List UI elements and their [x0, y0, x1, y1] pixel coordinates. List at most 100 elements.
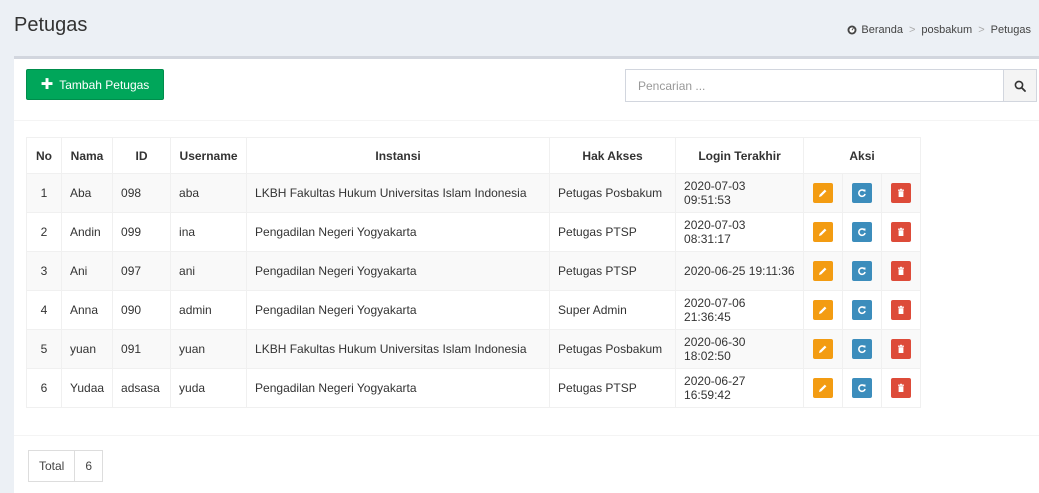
pencil-icon: [818, 266, 828, 276]
reset-password-button[interactable]: [852, 183, 873, 203]
cell-login-terakhir: 2020-07-03 08:31:17: [675, 212, 805, 252]
breadcrumb-section[interactable]: posbakum: [921, 24, 972, 36]
cell-login-terakhir: 2020-06-30 18:02:50: [675, 329, 805, 369]
cell-login-terakhir: 2020-06-27 16:59:42: [675, 368, 805, 408]
delete-button[interactable]: [891, 222, 912, 242]
table-row: 2 Andin 099 ina Pengadilan Negeri Yogyakarta…: [26, 212, 922, 252]
table-row: 3 Ani 097 ani Pengadilan Negeri Yogyakarta Pe…: [26, 251, 922, 291]
pencil-icon: [818, 383, 828, 393]
breadcrumb-separator: >: [908, 24, 916, 36]
cell-action: [842, 212, 883, 252]
cell-instansi: Pengadilan Negeri Yogyakarta: [246, 212, 551, 252]
cell-nama: Andin: [60, 212, 114, 252]
cell-hak-akses: Petugas PTSP: [549, 368, 677, 408]
cell-action: [842, 251, 883, 291]
table-row: 5 yuan 091 yuan LKBH Fakultas Hukum Universi…: [26, 329, 922, 369]
refresh-icon: [857, 344, 867, 354]
cell-action: [842, 329, 883, 369]
edit-button[interactable]: [813, 339, 834, 359]
search-icon: [1014, 80, 1026, 92]
trash-icon: [896, 344, 906, 354]
page-title: Petugas: [14, 14, 88, 36]
cell-instansi: LKBH Fakultas Hukum Universitas Islam In…: [246, 173, 551, 213]
search-button[interactable]: [1003, 69, 1037, 102]
cell-no: 4: [26, 290, 62, 330]
table-row: 6 Yudaa adsasa yuda Pengadilan Negeri Yogyak…: [26, 368, 922, 408]
cell-no: 6: [26, 368, 62, 408]
reset-password-button[interactable]: [852, 339, 873, 359]
breadcrumb-home-label: Beranda: [861, 24, 903, 36]
delete-button[interactable]: [891, 261, 912, 281]
cell-action: [842, 368, 883, 408]
pencil-icon: [818, 305, 828, 315]
cell-action: [881, 212, 922, 252]
table-row: 1 Aba 098 aba LKBH Fakultas Hukum Universita…: [26, 173, 922, 213]
officers-table: No Nama ID Username Instansi Hak Akses L…: [26, 137, 922, 408]
cell-hak-akses: Petugas PTSP: [549, 212, 677, 252]
cell-action: [881, 329, 922, 369]
edit-button[interactable]: [813, 222, 834, 242]
edit-button[interactable]: [813, 183, 834, 203]
cell-hak-akses: Super Admin: [549, 290, 677, 330]
cell-instansi: LKBH Fakultas Hukum Universitas Islam In…: [246, 329, 551, 369]
reset-password-button[interactable]: [852, 378, 873, 398]
search-input[interactable]: [625, 69, 1003, 102]
cell-nama: Ani: [60, 251, 114, 291]
cell-action: [803, 251, 844, 291]
total-count: Total 6: [28, 450, 104, 482]
edit-button[interactable]: [813, 300, 834, 320]
cell-action: [803, 173, 844, 213]
total-label: Total: [28, 450, 76, 482]
cell-nama: Yudaa: [60, 368, 114, 408]
cell-username: yuan: [170, 329, 248, 369]
reset-password-button[interactable]: [852, 222, 873, 242]
cell-username: ani: [170, 251, 248, 291]
cell-username: ina: [170, 212, 248, 252]
delete-button[interactable]: [891, 300, 912, 320]
breadcrumb-home[interactable]: Beranda: [847, 24, 903, 36]
delete-button[interactable]: [891, 183, 912, 203]
cell-action: [803, 290, 844, 330]
reset-password-button[interactable]: [852, 261, 873, 281]
edit-button[interactable]: [813, 378, 834, 398]
officers-panel: ✚ Tambah Petugas No Nama ID Username Ins: [14, 56, 1039, 493]
cell-no: 3: [26, 251, 62, 291]
cell-action: [881, 290, 922, 330]
cell-login-terakhir: 2020-06-25 19:11:36: [675, 251, 805, 291]
pencil-icon: [818, 188, 828, 198]
delete-button[interactable]: [891, 378, 912, 398]
edit-button[interactable]: [813, 261, 834, 281]
column-header-nama: Nama: [60, 137, 114, 174]
breadcrumb-current: Petugas: [990, 24, 1031, 36]
plus-icon: ✚: [40, 76, 54, 93]
cell-instansi: Pengadilan Negeri Yogyakarta: [246, 290, 551, 330]
table-row: 4 Anna 090 admin Pengadilan Negeri Yogyakart…: [26, 290, 922, 330]
cell-id: 097: [112, 251, 172, 291]
cell-action: [842, 290, 883, 330]
column-header-id: ID: [112, 137, 172, 174]
total-value: 6: [75, 450, 104, 482]
cell-no: 2: [26, 212, 62, 252]
breadcrumb: Beranda > posbakum > Petugas: [847, 24, 1031, 36]
cell-no: 5: [26, 329, 62, 369]
cell-action: [803, 329, 844, 369]
refresh-icon: [857, 383, 867, 393]
reset-password-button[interactable]: [852, 300, 873, 320]
cell-action: [803, 368, 844, 408]
officers-table-wrap: No Nama ID Username Instansi Hak Akses L…: [26, 137, 922, 408]
column-header-hak-akses: Hak Akses: [549, 137, 677, 174]
delete-button[interactable]: [891, 339, 912, 359]
cell-action: [803, 212, 844, 252]
panel-footer: Total 6: [14, 435, 1039, 493]
cell-login-terakhir: 2020-07-03 09:51:53: [675, 173, 805, 213]
cell-action: [881, 251, 922, 291]
trash-icon: [896, 266, 906, 276]
trash-icon: [896, 188, 906, 198]
add-officer-button[interactable]: ✚ Tambah Petugas: [26, 69, 164, 100]
column-header-instansi: Instansi: [246, 137, 551, 174]
pencil-icon: [818, 344, 828, 354]
table-header-row: No Nama ID Username Instansi Hak Akses L…: [26, 137, 922, 174]
cell-login-terakhir: 2020-07-06 21:36:45: [675, 290, 805, 330]
cell-username: admin: [170, 290, 248, 330]
cell-hak-akses: Petugas Posbakum: [549, 329, 677, 369]
